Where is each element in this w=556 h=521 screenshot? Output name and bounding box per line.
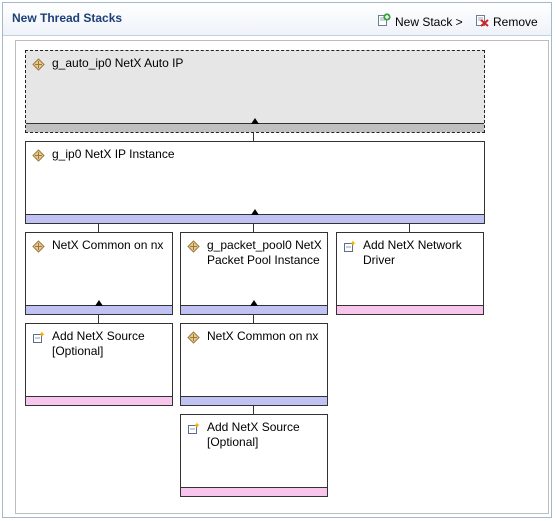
stack-node-label: Add NetX Source [Optional] [52,329,145,358]
node-footer-bar [26,300,172,314]
connector-line [98,314,99,323]
connector-line [253,405,254,414]
connector-line [253,132,254,141]
node-footer-bar [26,209,484,223]
panel-title: New Thread Stacks [12,11,123,25]
stack-node-label: g_auto_ip0 NetX Auto IP [52,56,184,70]
panel-header: New Thread Stacks New Stack > Remove [3,3,551,36]
add-module-icon [187,422,200,435]
stack-node-add-source[interactable]: Add NetX Source [Optional] [180,414,328,497]
stack-node-label: NetX Common on nx [52,238,164,252]
connector-line [253,223,254,232]
up-arrow-icon [251,209,259,215]
module-icon [32,149,45,162]
add-module-icon [343,240,356,253]
remove-button[interactable]: Remove [475,13,538,30]
node-footer-bar [26,118,484,132]
node-footer-bar [337,305,483,314]
stack-canvas: g_auto_ip0 NetX Auto IP g_ip0 NetX IP In… [15,40,549,514]
up-arrow-icon [95,300,103,306]
node-footer-bar [181,396,327,405]
stack-node-label: g_ip0 NetX IP Instance [52,147,175,161]
thread-stacks-panel: New Thread Stacks New Stack > Remove g_a… [2,2,552,518]
stack-node-label: Add NetX Network Driver [363,238,462,267]
connector-line [98,223,99,232]
remove-icon [475,13,489,30]
stack-node-label: Add NetX Source [Optional] [207,420,300,449]
node-footer-bar [181,300,327,314]
add-module-icon [32,331,45,344]
stack-node-common[interactable]: NetX Common on nx [25,232,173,315]
module-icon [187,331,200,344]
module-icon [32,58,45,71]
node-footer-bar [181,487,327,496]
stack-node-add-source[interactable]: Add NetX Source [Optional] [25,323,173,406]
stack-node-label: g_packet_pool0 NetX Packet Pool Instance [207,238,322,267]
up-arrow-icon [250,300,258,306]
stack-node-add-driver[interactable]: Add NetX Network Driver [336,232,484,315]
node-footer-bar [26,396,172,405]
stack-node-label: NetX Common on nx [207,329,319,343]
stack-node-auto-ip[interactable]: g_auto_ip0 NetX Auto IP [25,50,485,133]
module-icon [187,240,200,253]
new-stack-button[interactable]: New Stack > [377,13,463,30]
stack-node-ip[interactable]: g_ip0 NetX IP Instance [25,141,485,224]
connector-line [409,223,410,232]
module-icon [32,240,45,253]
new-stack-label: New Stack > [395,14,463,29]
remove-label: Remove [493,14,538,29]
stack-node-packet-pool[interactable]: g_packet_pool0 NetX Packet Pool Instance [180,232,328,315]
connector-line [253,314,254,323]
new-stack-icon [377,13,391,30]
up-arrow-icon [251,118,259,124]
stack-node-common[interactable]: NetX Common on nx [180,323,328,406]
